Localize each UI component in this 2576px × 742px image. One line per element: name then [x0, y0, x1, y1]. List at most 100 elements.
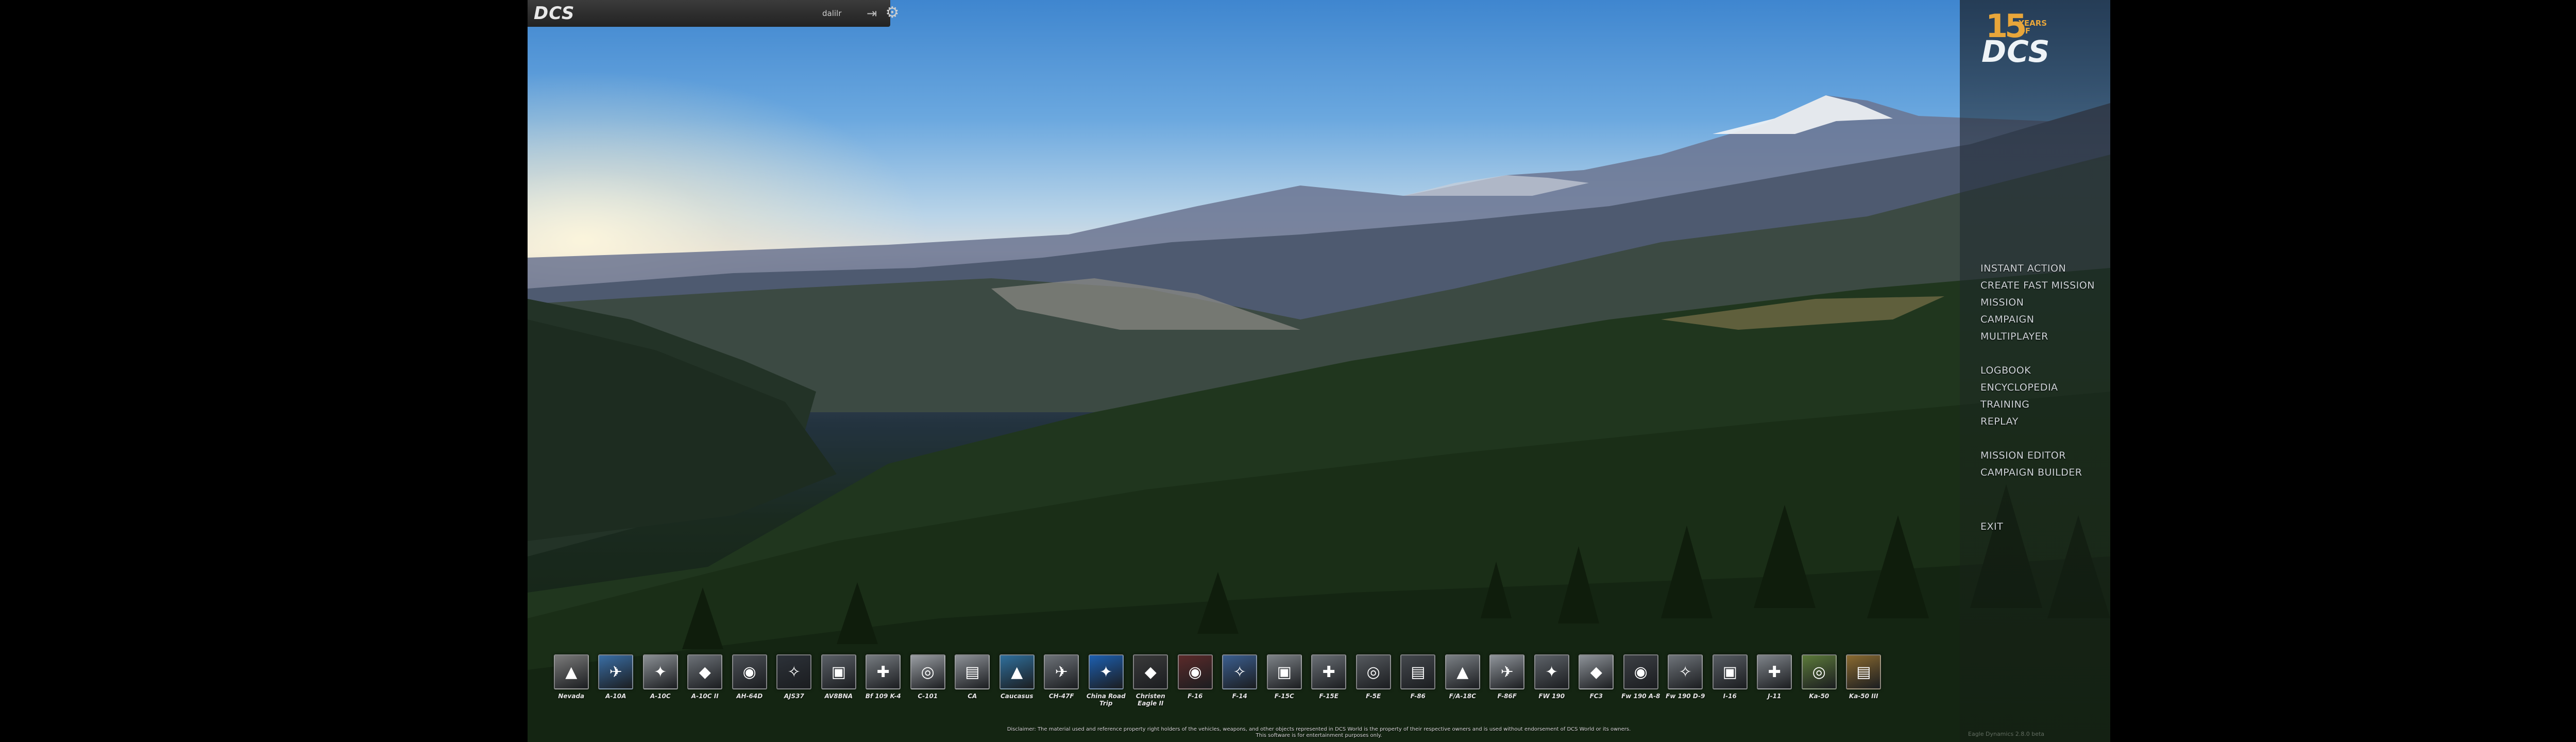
- module-thumbnail[interactable]: ▤: [1846, 654, 1882, 689]
- menu-create-fast-mission[interactable]: CREATE FAST MISSION: [1980, 277, 2095, 294]
- module-item[interactable]: ▤ Ka-50 III: [1844, 654, 1884, 716]
- module-label: AH-64D: [736, 693, 763, 700]
- module-label: FW 190: [1538, 693, 1565, 700]
- module-item[interactable]: ◆ Christen Eagle II: [1131, 654, 1171, 716]
- module-item[interactable]: ✈ F-86F: [1487, 654, 1528, 716]
- module-thumbnail[interactable]: ✚: [1757, 654, 1792, 689]
- module-thumbnail[interactable]: ✧: [1222, 654, 1258, 689]
- module-thumbnail[interactable]: ✈: [598, 654, 634, 689]
- module-item[interactable]: ✦ China Road Trip: [1086, 654, 1126, 716]
- module-item[interactable]: ◎ C-101: [908, 654, 948, 716]
- menu-campaign-builder[interactable]: CAMPAIGN BUILDER: [1980, 464, 2082, 481]
- module-thumbnail[interactable]: ◎: [910, 654, 945, 689]
- menu-training[interactable]: TRAINING: [1980, 396, 2058, 413]
- module-label: Ka-50: [1809, 693, 1829, 700]
- username-label[interactable]: dalilr: [822, 9, 841, 18]
- menu-group-exit: EXIT: [1980, 518, 2003, 535]
- module-thumbnail[interactable]: ✚: [866, 654, 901, 689]
- module-item[interactable]: ✧ F-14: [1220, 654, 1260, 716]
- module-item[interactable]: ✚ F-15E: [1309, 654, 1349, 716]
- module-item[interactable]: ▤ F-86: [1398, 654, 1438, 716]
- module-thumbnail[interactable]: ▣: [1266, 654, 1302, 689]
- module-item[interactable]: ▲ F/A-18C: [1443, 654, 1483, 716]
- module-item[interactable]: ◎ Ka-50: [1799, 654, 1839, 716]
- module-label: Fw 190 A-8: [1621, 693, 1660, 700]
- module-thumbnail[interactable]: ◆: [687, 654, 723, 689]
- module-label: J-11: [1768, 693, 1782, 700]
- module-label: Caucasus: [1001, 693, 1033, 700]
- module-thumbnail[interactable]: ✧: [776, 654, 812, 689]
- main-menu-panel: 15 YEARS OF DCS INSTANT ACTION CREATE FAS…: [1960, 0, 2110, 742]
- module-label: C-101: [918, 693, 938, 700]
- module-label: FC3: [1589, 693, 1603, 700]
- background-scene: [528, 0, 2110, 742]
- module-thumbnail[interactable]: ▤: [1400, 654, 1436, 689]
- menu-replay[interactable]: REPLAY: [1980, 413, 2058, 430]
- module-thumbnail[interactable]: ✚: [1311, 654, 1347, 689]
- module-item[interactable]: ▣ F-15C: [1264, 654, 1304, 716]
- module-label: F-5E: [1366, 693, 1381, 700]
- module-thumbnail[interactable]: ✦: [1088, 654, 1124, 689]
- module-item[interactable]: ▲ Nevada: [551, 654, 591, 716]
- module-item[interactable]: ✦ A-10C: [640, 654, 681, 716]
- mountain-landscape: [528, 95, 2110, 742]
- gear-icon[interactable]: ⚙: [883, 4, 902, 22]
- module-thumbnail[interactable]: ✦: [1534, 654, 1569, 689]
- module-thumbnail[interactable]: ◉: [1623, 654, 1658, 689]
- module-thumbnail[interactable]: ▲: [553, 654, 589, 689]
- module-label: CH-47F: [1048, 693, 1074, 700]
- module-item[interactable]: ◉ AH-64D: [730, 654, 770, 716]
- module-label: F-15C: [1274, 693, 1294, 700]
- module-item[interactable]: ◉ Fw 190 A-8: [1621, 654, 1661, 716]
- module-item[interactable]: ✚ Bf 109 K-4: [863, 654, 904, 716]
- module-item[interactable]: ◎ F-5E: [1353, 654, 1394, 716]
- module-label: CA: [968, 693, 977, 700]
- module-item[interactable]: ✦ FW 190: [1532, 654, 1572, 716]
- module-item[interactable]: ✧ Fw 190 D-9: [1666, 654, 1706, 716]
- module-label: Bf 109 K-4: [865, 693, 901, 700]
- menu-instant-action[interactable]: INSTANT ACTION: [1980, 260, 2095, 277]
- module-thumbnail[interactable]: ◉: [732, 654, 767, 689]
- module-item[interactable]: ◆ A-10C II: [685, 654, 725, 716]
- menu-group-info: LOGBOOK ENCYCLOPEDIA TRAINING REPLAY: [1980, 362, 2058, 430]
- module-item[interactable]: ✈ CH-47F: [1042, 654, 1082, 716]
- module-item[interactable]: ▣ AV8BNA: [819, 654, 859, 716]
- menu-group-editors: MISSION EDITOR CAMPAIGN BUILDER: [1980, 447, 2082, 481]
- menu-mission[interactable]: MISSION: [1980, 294, 2095, 311]
- menu-exit[interactable]: EXIT: [1980, 518, 2003, 535]
- logout-icon[interactable]: ⇥: [863, 5, 880, 22]
- module-thumbnail[interactable]: ▲: [1445, 654, 1480, 689]
- module-item[interactable]: ◆ FC3: [1577, 654, 1617, 716]
- module-label: A-10C II: [691, 693, 719, 700]
- module-thumbnail[interactable]: ▣: [821, 654, 856, 689]
- module-item[interactable]: ✚ J-11: [1755, 654, 1795, 716]
- disclaimer-line-1: Disclaimer: The material used and refere…: [1007, 727, 1631, 732]
- module-bar: ▲ Nevada ✈ A-10A ✦ A-10C ◆ A-10C II ◉ AH-64D ✧ AJS3…: [551, 654, 1884, 716]
- module-thumbnail[interactable]: ▤: [955, 654, 990, 689]
- module-thumbnail[interactable]: ✦: [642, 654, 678, 689]
- module-thumbnail[interactable]: ✧: [1668, 654, 1703, 689]
- menu-logbook[interactable]: LOGBOOK: [1980, 362, 2058, 379]
- module-item[interactable]: ◉ F-16: [1175, 654, 1215, 716]
- module-item[interactable]: ✈ A-10A: [596, 654, 636, 716]
- module-item[interactable]: ▤ CA: [953, 654, 993, 716]
- menu-campaign[interactable]: CAMPAIGN: [1980, 311, 2095, 328]
- module-label: F-15E: [1319, 693, 1338, 700]
- module-thumbnail[interactable]: ✈: [1489, 654, 1525, 689]
- module-label: A-10A: [605, 693, 626, 700]
- module-thumbnail[interactable]: ◎: [1801, 654, 1837, 689]
- module-thumbnail[interactable]: ◆: [1133, 654, 1168, 689]
- module-thumbnail[interactable]: ▣: [1712, 654, 1748, 689]
- module-thumbnail[interactable]: ◎: [1355, 654, 1391, 689]
- module-thumbnail[interactable]: ▲: [999, 654, 1035, 689]
- module-thumbnail[interactable]: ✈: [1044, 654, 1079, 689]
- module-thumbnail[interactable]: ◆: [1579, 654, 1614, 689]
- module-thumbnail[interactable]: ◉: [1177, 654, 1213, 689]
- module-item[interactable]: ✧ AJS37: [774, 654, 815, 716]
- module-item[interactable]: ▲ Caucasus: [997, 654, 1037, 716]
- module-item[interactable]: ▣ I-16: [1710, 654, 1750, 716]
- menu-multiplayer[interactable]: MULTIPLAYER: [1980, 328, 2095, 345]
- menu-mission-editor[interactable]: MISSION EDITOR: [1980, 447, 2082, 464]
- module-label: I-16: [1723, 693, 1737, 700]
- menu-encyclopedia[interactable]: ENCYCLOPEDIA: [1980, 379, 2058, 396]
